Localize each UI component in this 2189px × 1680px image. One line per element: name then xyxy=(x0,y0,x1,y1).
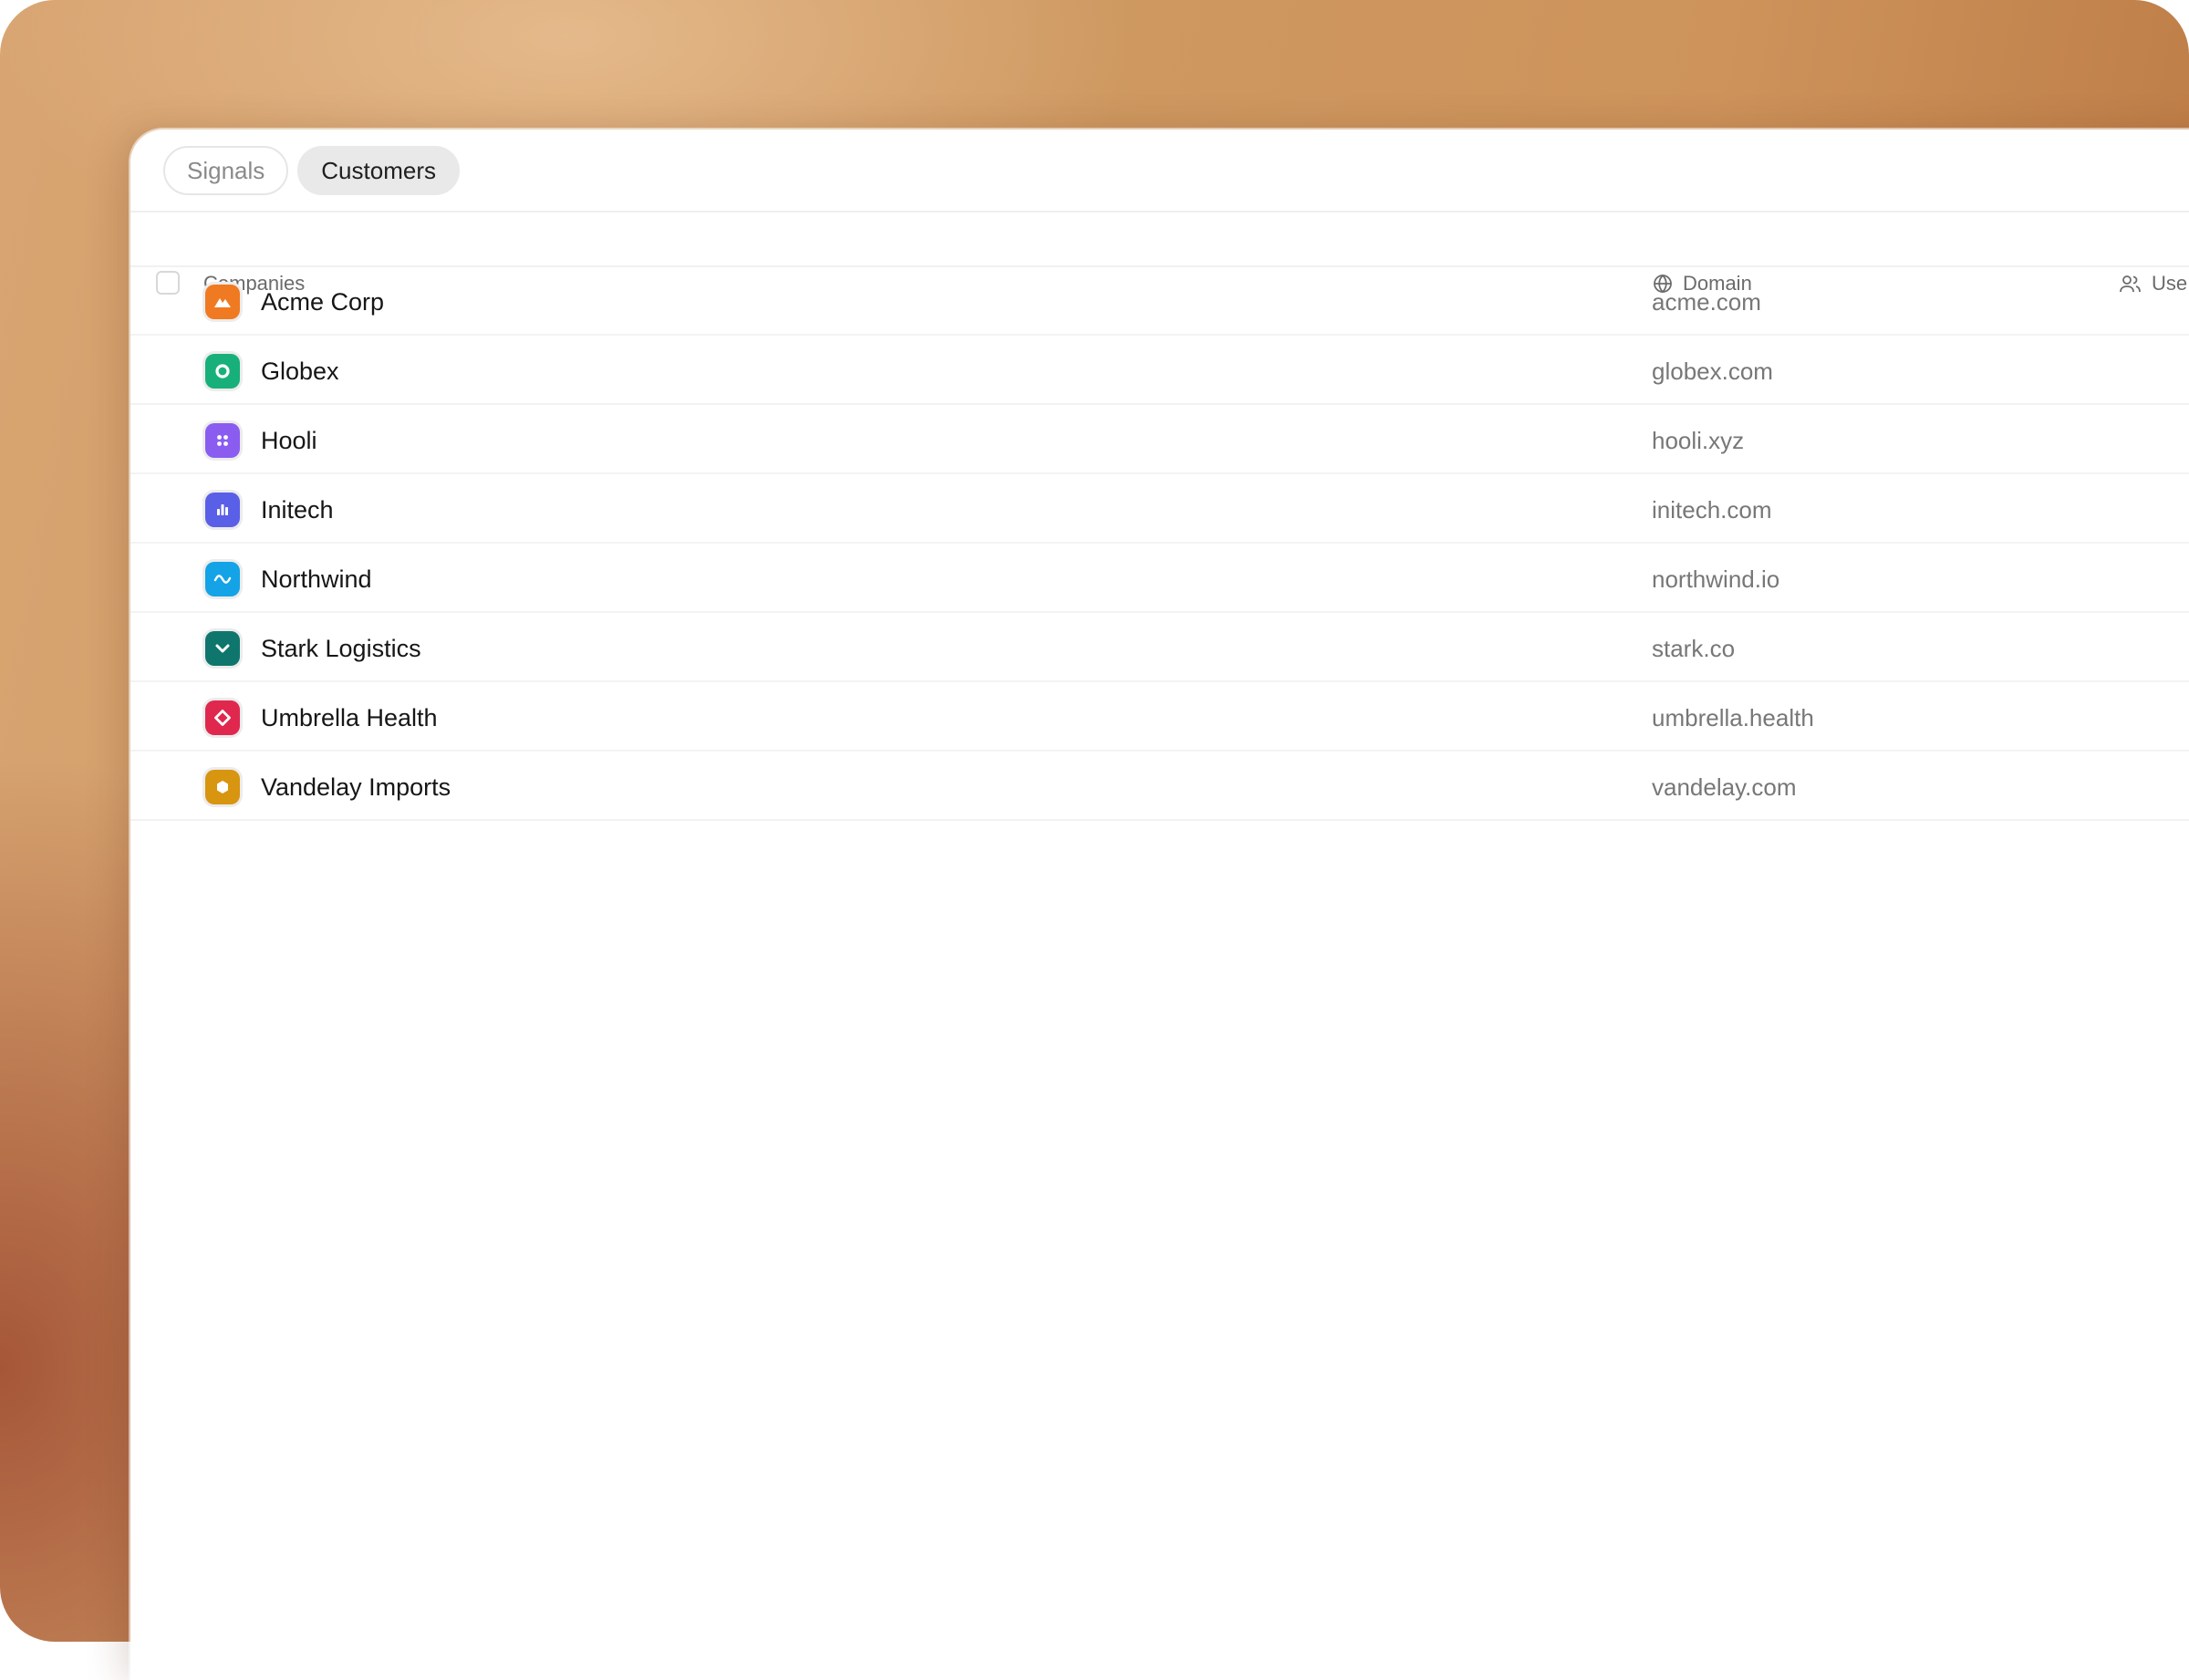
table-row[interactable]: Northwind northwind.io xyxy=(130,544,2189,613)
company-logo xyxy=(205,354,240,389)
company-domain: umbrella.health xyxy=(1652,704,1814,731)
company-name[interactable]: Umbrella Health xyxy=(261,704,438,732)
table-row[interactable]: Initech initech.com xyxy=(130,474,2189,544)
company-domain: northwind.io xyxy=(1652,565,1780,593)
companies-table-body: Acme Corp acme.com Globex globex.com Hoo… xyxy=(130,266,2189,821)
company-name[interactable]: Globex xyxy=(261,358,339,386)
company-domain: globex.com xyxy=(1652,358,1773,385)
table-header xyxy=(130,213,2189,267)
company-name[interactable]: Initech xyxy=(261,496,334,524)
company-domain: initech.com xyxy=(1652,496,1772,524)
company-domain: stark.co xyxy=(1652,635,1736,662)
table-row[interactable]: Stark Logistics stark.co xyxy=(130,613,2189,682)
company-name[interactable]: Acme Corp xyxy=(261,288,384,316)
company-name[interactable]: Hooli xyxy=(261,427,317,455)
view-tabs: Signals Customers xyxy=(163,146,460,195)
ring-icon xyxy=(215,364,230,379)
hexagon-icon xyxy=(217,781,228,793)
company-logo xyxy=(205,562,240,596)
company-logo xyxy=(205,770,240,804)
mountain-icon xyxy=(214,298,231,307)
app-window: Signals Customers Companies Domain Use A… xyxy=(130,130,2189,1680)
table-row[interactable]: Globex globex.com xyxy=(130,336,2189,405)
company-logo xyxy=(205,631,240,666)
company-domain: hooli.xyz xyxy=(1652,427,1745,454)
company-name[interactable]: Northwind xyxy=(261,565,372,594)
table-row[interactable]: Hooli hooli.xyz xyxy=(130,405,2189,474)
company-domain: vandelay.com xyxy=(1652,773,1797,801)
chevron-down-icon xyxy=(215,644,230,653)
company-logo xyxy=(205,700,240,735)
company-logo xyxy=(205,493,240,527)
tab-customers[interactable]: Customers xyxy=(297,146,460,195)
tab-signals[interactable]: Signals xyxy=(163,146,289,195)
table-row[interactable]: Acme Corp acme.com xyxy=(130,266,2189,336)
four-dots-icon xyxy=(217,435,228,446)
company-name[interactable]: Vandelay Imports xyxy=(261,773,451,802)
table-row[interactable]: Umbrella Health umbrella.health xyxy=(130,682,2189,752)
company-logo xyxy=(205,423,240,458)
company-name[interactable]: Stark Logistics xyxy=(261,635,421,663)
diamond-icon xyxy=(214,710,231,726)
company-domain: acme.com xyxy=(1652,288,1761,316)
table-row[interactable]: Vandelay Imports vandelay.com xyxy=(130,752,2189,821)
bar-chart-icon xyxy=(217,504,228,515)
wave-icon xyxy=(213,575,232,584)
company-logo xyxy=(205,285,240,319)
